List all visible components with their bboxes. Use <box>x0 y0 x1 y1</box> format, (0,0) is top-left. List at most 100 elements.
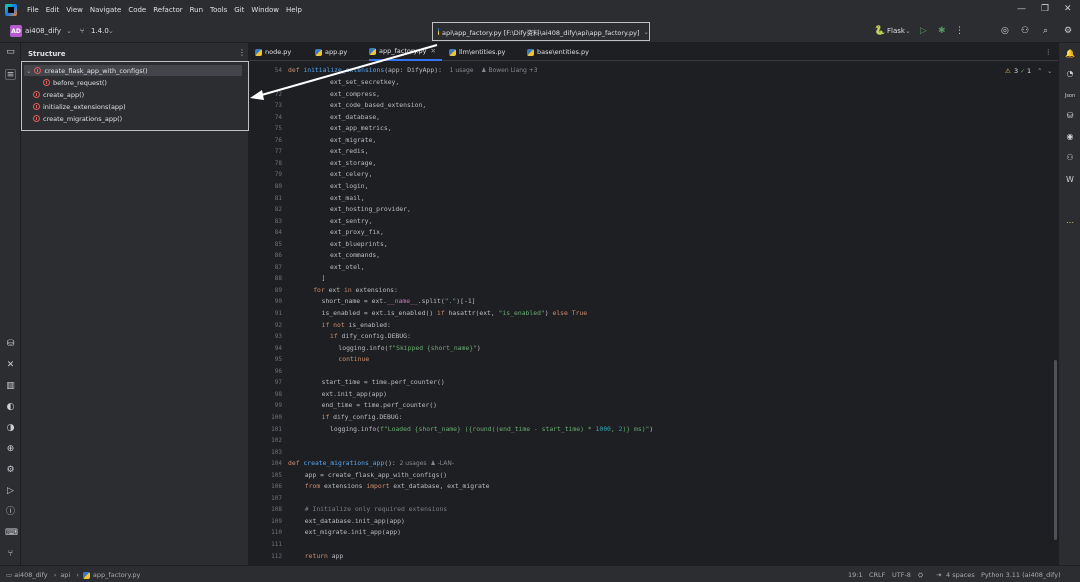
code-line: ext_set_secretkey, <box>330 78 400 86</box>
code-line: logging.info(f"Skipped {short_name}") <box>338 343 481 352</box>
structure-tree: ⌄ create_flask_app_with_configs() before… <box>21 61 249 131</box>
restore-icon[interactable]: ❐ <box>1041 4 1049 14</box>
flask-icon: 🐍 <box>874 26 886 36</box>
minimize-icon[interactable]: — <box>1017 4 1026 14</box>
lock-icon[interactable]: ⛭ <box>918 571 923 580</box>
chevron-down-icon[interactable]: ⌄ <box>1047 67 1052 75</box>
line-number: 95 <box>274 356 282 364</box>
menu-file[interactable]: File <box>27 6 39 14</box>
python-packages-icon[interactable]: ⛁ <box>5 339 16 350</box>
chevron-down-icon[interactable]: ⌄ <box>66 27 72 35</box>
notifications-icon[interactable]: 🔔 <box>1064 48 1076 60</box>
breadcrumb[interactable]: ▭ ai408_dify › api › app_factory.py <box>6 571 140 579</box>
debug-icon[interactable]: ✱ <box>938 26 946 36</box>
more-dots-icon[interactable]: ⋯ <box>1064 217 1076 229</box>
file-path-dropdown[interactable]: api\app_factory.py [F:\Dify资料\ai408_dify… <box>432 22 650 41</box>
copilot-icon[interactable]: ◉ <box>1064 131 1076 143</box>
python-console-icon[interactable]: ◐ <box>5 402 16 413</box>
menu-git[interactable]: Git <box>234 6 244 14</box>
problems-icon[interactable]: ⓘ <box>5 507 16 518</box>
tab-app-py[interactable]: app.py <box>315 43 347 61</box>
tab-llm-entities-py[interactable]: llm\entities.py <box>449 43 505 61</box>
indent-setting[interactable]: 4 spaces <box>946 571 975 579</box>
profile-icon[interactable]: ⚇ <box>1021 26 1029 36</box>
menu-edit[interactable]: Edit <box>46 6 60 14</box>
menu-refactor[interactable]: Refactor <box>153 6 182 14</box>
run-config-name[interactable]: Flask <box>887 27 905 35</box>
menu-tools[interactable]: Tools <box>210 6 227 14</box>
author-hint[interactable]: ♟ -LAN- <box>430 460 454 467</box>
menu-window[interactable]: Window <box>251 6 279 14</box>
code-editor[interactable]: 54 72 73 74 75 76 77 78 79 80 81 82 83 84 85 86 87 88 89 9… <box>249 61 1058 565</box>
menu-navigate[interactable]: Navigate <box>90 6 121 14</box>
ai-chat-icon[interactable]: ◔ <box>1064 68 1076 80</box>
git-icon[interactable]: ⑂ <box>5 549 16 560</box>
chevron-down-icon[interactable]: ⌄ <box>26 67 31 75</box>
close-icon[interactable]: ✕ <box>1064 4 1072 14</box>
line-gutter: 54 72 73 74 75 76 77 78 79 80 81 82 83 84 85 86 87 88 89 9… <box>249 61 282 565</box>
code-line: end_time = time.perf_counter() <box>321 401 438 410</box>
sciview-icon[interactable]: W <box>1064 174 1076 186</box>
menu-code[interactable]: Code <box>128 6 146 14</box>
menu-view[interactable]: View <box>66 6 83 14</box>
search-icon[interactable]: ⌕ <box>1043 26 1048 36</box>
tree-item-label: create_migrations_app() <box>43 114 123 123</box>
debug-tool-icon[interactable]: ◑ <box>5 423 16 434</box>
gear-icon[interactable]: ⚙ <box>1064 26 1072 36</box>
tree-item[interactable]: initialize_extensions(app) <box>33 101 126 112</box>
services-icon[interactable]: ✕ <box>5 360 16 371</box>
run-icon[interactable]: ▷ <box>920 26 927 36</box>
author-hint[interactable]: Bowen Liang +3 <box>488 67 537 74</box>
warning-icon[interactable]: ⚠ <box>1005 67 1011 75</box>
chevron-down-icon[interactable]: ⌄ <box>905 27 911 35</box>
database-icon[interactable]: ⛁ <box>1064 110 1076 122</box>
run-tool-icon[interactable]: ▷ <box>5 486 16 497</box>
branch-name[interactable]: 1.4.0 <box>91 27 109 35</box>
breadcrumb-item[interactable]: api <box>60 571 70 579</box>
close-icon[interactable]: ✕ <box>431 47 436 55</box>
tab-node-py[interactable]: node.py <box>255 43 291 61</box>
database-icon[interactable]: ▥ <box>5 381 16 392</box>
tree-item[interactable]: create_migrations_app() <box>33 113 122 124</box>
file-encoding[interactable]: UTF-8 <box>892 571 911 579</box>
menu-run[interactable]: Run <box>190 6 203 14</box>
code-line: continue <box>338 355 370 364</box>
plugin-icon[interactable]: ⊕ <box>5 444 16 455</box>
project-folder-icon[interactable]: ▭ <box>5 47 16 58</box>
chevron-down-icon[interactable]: ⌄ <box>108 27 114 35</box>
terminal-icon[interactable]: ⌨ <box>5 528 18 539</box>
usage-hint[interactable]: 1 usage <box>450 67 474 74</box>
json-icon[interactable]: Json <box>1064 90 1076 102</box>
breadcrumb-item[interactable]: app_factory.py <box>93 571 141 579</box>
ai-assistant-icon[interactable]: ◎ <box>1001 26 1009 36</box>
remote-icon[interactable]: ⚇ <box>1064 152 1076 164</box>
project-name[interactable]: ai408_dify <box>25 27 61 35</box>
warning-count[interactable]: 3 <box>1014 67 1018 75</box>
tab-label: base\entities.py <box>537 48 589 56</box>
structure-icon[interactable]: ≡ <box>5 69 16 80</box>
more-icon[interactable]: ⋮ <box>1045 43 1052 61</box>
code-line: ext_migrate.init_app(app) <box>304 528 401 537</box>
usage-hint[interactable]: 2 usages <box>396 460 431 467</box>
menu-help[interactable]: Help <box>286 6 302 14</box>
check-count[interactable]: 1 <box>1027 67 1031 75</box>
check-icon[interactable]: ✓ <box>1020 67 1025 75</box>
tree-item[interactable]: before_request() <box>43 77 107 88</box>
tree-item[interactable]: ⌄ create_flask_app_with_configs() <box>24 65 242 76</box>
chevron-up-icon[interactable]: ⌃ <box>1037 67 1042 75</box>
settings-sync-icon[interactable]: ⚙ <box>5 465 16 476</box>
cursor-position[interactable]: 19:1 <box>848 571 863 579</box>
python-interpreter[interactable]: Python 3.11 (ai408_dify) <box>981 571 1061 579</box>
tab-app-factory-py[interactable]: app_factory.py ✕ <box>369 43 442 61</box>
project-badge[interactable]: AD <box>10 25 22 37</box>
tab-base-entities-py[interactable]: base\entities.py <box>527 43 589 61</box>
breadcrumb-item[interactable]: ai408_dify <box>14 571 47 579</box>
line-number: 98 <box>274 390 282 398</box>
status-bar: ▭ ai408_dify › api › app_factory.py 19:1 C… <box>0 565 1080 582</box>
line-separator[interactable]: CRLF <box>869 571 885 579</box>
function-icon <box>33 91 40 98</box>
more-icon[interactable]: ⋮ <box>238 48 246 57</box>
editor-scrollbar[interactable] <box>1054 360 1057 540</box>
more-icon[interactable]: ⋮ <box>955 26 964 36</box>
tree-item[interactable]: create_app() <box>33 89 84 100</box>
